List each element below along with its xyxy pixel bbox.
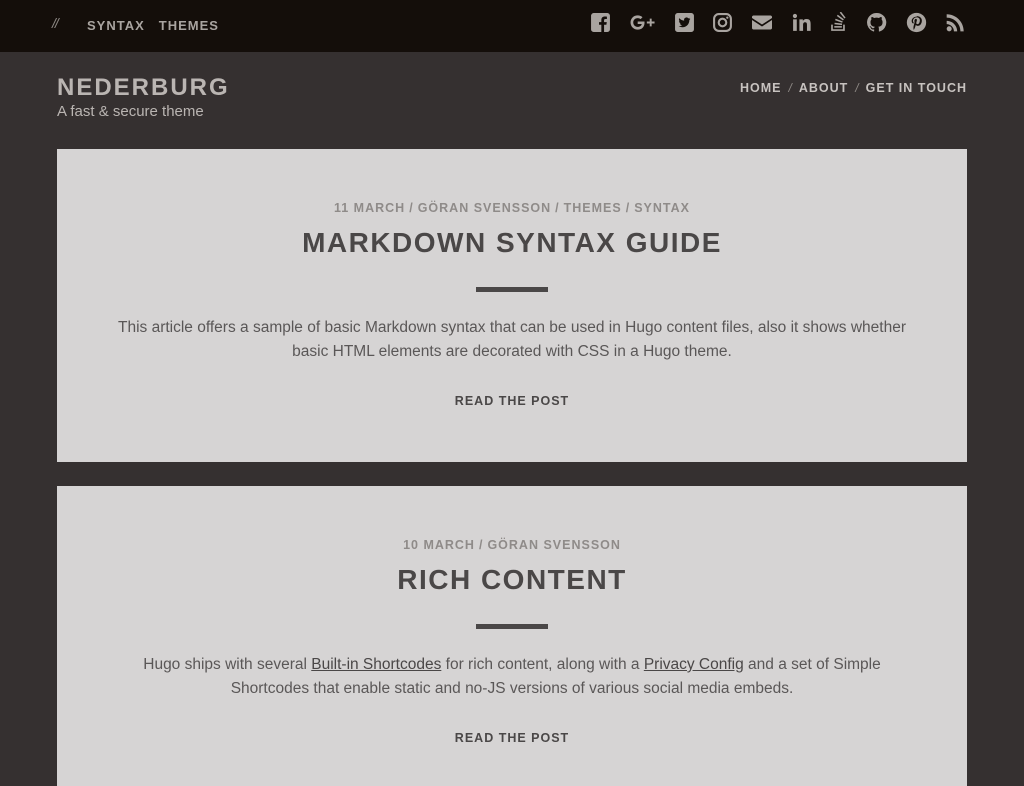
post-title-link[interactable]: MARKDOWN SYNTAX GUIDE — [57, 227, 967, 259]
post-excerpt: This article offers a sample of basic Ma… — [117, 319, 907, 360]
post-meta: 10 MARCH / GÖRAN SVENSSON — [403, 538, 621, 552]
post-excerpt: Hugo ships with several Built-in Shortco… — [117, 653, 907, 701]
post-meta: 11 MARCH / GÖRAN SVENSSON / THEMES / SYNTAX — [333, 201, 690, 215]
read-post-link[interactable]: READ THE POST — [57, 731, 967, 745]
email-icon[interactable] — [751, 12, 773, 36]
facebook-icon[interactable] — [590, 12, 611, 36]
post-author-link[interactable]: GÖRAN SVENSSON — [487, 538, 620, 552]
nav-about-link[interactable]: ABOUT — [799, 81, 848, 95]
post-card: 10 MARCH / GÖRAN SVENSSON RICH CONTENT Hug… — [57, 486, 967, 786]
post-date: 10 MARCH — [403, 538, 475, 552]
excerpt-text: Hugo ships with several — [143, 656, 312, 673]
post-category-link[interactable]: THEMES — [564, 201, 622, 215]
tag-syntax-link[interactable]: SYNTAX — [87, 18, 145, 33]
instagram-icon[interactable] — [712, 12, 733, 36]
tag-prefix-slashes: // — [52, 15, 59, 31]
excerpt-text: for rich content, along with a — [441, 656, 644, 673]
post-date: 11 MARCH — [333, 201, 406, 215]
github-icon[interactable] — [866, 12, 887, 36]
nav-separator: / — [855, 81, 859, 95]
nav-get-in-touch-link[interactable]: GET IN TOUCH — [866, 81, 967, 95]
twitter-icon[interactable] — [674, 12, 695, 36]
tag-list: SYNTAX THEMES — [87, 18, 219, 33]
nav-home-link[interactable]: HOME — [740, 81, 782, 95]
pinterest-icon[interactable] — [906, 12, 927, 36]
stack-overflow-icon[interactable] — [828, 12, 849, 36]
top-bar: // SYNTAX THEMES — [0, 0, 1024, 52]
linkedin-icon[interactable] — [791, 12, 812, 36]
google-plus-icon[interactable] — [629, 12, 656, 36]
title-divider — [476, 624, 548, 629]
post-author-link[interactable]: GÖRAN SVENSSON — [418, 201, 551, 215]
post-card: 11 MARCH / GÖRAN SVENSSON / THEMES / SYNTAX MA… — [57, 149, 967, 462]
main-nav: HOME / ABOUT / GET IN TOUCH — [740, 81, 967, 95]
post-category-link[interactable]: SYNTAX — [634, 201, 690, 215]
post-title-link[interactable]: RICH CONTENT — [57, 564, 967, 596]
read-post-link[interactable]: READ THE POST — [57, 394, 967, 408]
built-in-shortcodes-link[interactable]: Built-in Shortcodes — [311, 656, 441, 673]
site-tagline: A fast & secure theme — [57, 103, 204, 120]
rss-icon[interactable] — [945, 12, 966, 36]
privacy-config-link[interactable]: Privacy Config — [644, 656, 744, 673]
nav-separator: / — [788, 81, 792, 95]
title-divider — [476, 287, 548, 292]
site-title[interactable]: NEDERBURG — [57, 74, 230, 102]
tag-themes-link[interactable]: THEMES — [159, 18, 219, 33]
